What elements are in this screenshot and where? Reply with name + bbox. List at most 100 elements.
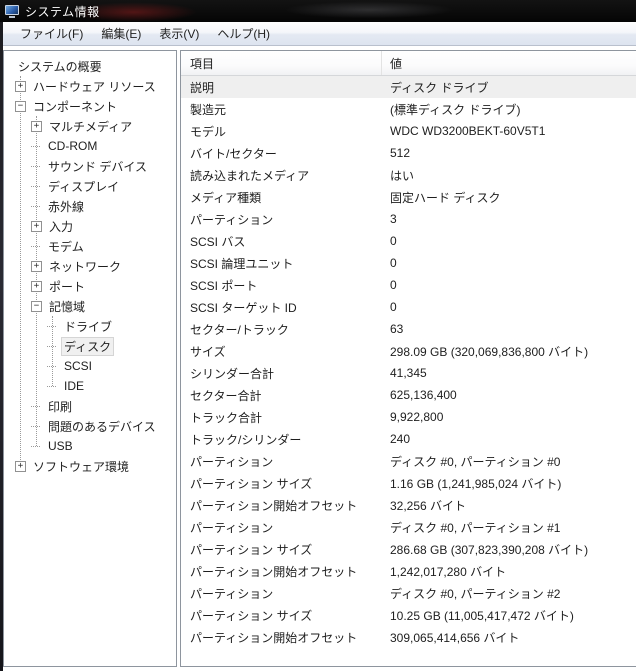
row-item-cell: シリンダー合計 <box>190 366 275 381</box>
table-row[interactable]: パーティション ディスク #0, パーティション #0 <box>181 450 636 472</box>
tree-item[interactable]: 問題のあるデバイス <box>4 416 176 436</box>
tree-item[interactable]: 印刷 <box>4 396 176 416</box>
row-item-cell: パーティション開始オフセット <box>190 630 358 645</box>
tree-expander-icon[interactable] <box>47 385 56 387</box>
tree-expander-icon[interactable] <box>31 260 42 272</box>
content-area: システムの概要 ハードウェア リソース コンポーネント マルチメディア CD-R… <box>3 46 636 667</box>
table-row[interactable]: 製造元 (標準ディスク ドライブ) <box>181 98 636 120</box>
tree-expander-icon[interactable] <box>47 325 56 327</box>
row-value-cell: 0 <box>390 256 397 270</box>
tree-item[interactable]: ネットワーク <box>4 256 176 276</box>
tree-expander-icon[interactable] <box>31 120 42 132</box>
table-row[interactable]: メディア種類 固定ハード ディスク <box>181 186 636 208</box>
table-row[interactable]: SCSI 論理ユニット 0 <box>181 252 636 274</box>
tree-item[interactable]: マルチメディア <box>4 116 176 136</box>
menu-item[interactable]: ファイル(F) <box>11 22 92 45</box>
row-value-cell: 1.16 GB (1,241,985,024 バイト) <box>390 476 562 491</box>
row-item-cell: パーティション サイズ <box>190 542 313 557</box>
table-row[interactable]: 説明 ディスク ドライブ <box>181 76 636 98</box>
tree-expander-icon[interactable] <box>15 460 26 472</box>
row-value-cell: 0 <box>390 300 397 314</box>
row-item-cell: パーティション サイズ <box>190 608 313 623</box>
table-row[interactable]: パーティション開始オフセット 32,256 バイト <box>181 494 636 516</box>
table-row[interactable]: パーティション 3 <box>181 208 636 230</box>
tree-item[interactable]: 入力 <box>4 216 176 236</box>
tree-item[interactable]: システムの概要 <box>4 56 176 76</box>
column-header-value[interactable]: 値 <box>382 55 636 72</box>
details-panel: 項目 値 説明 ディスク ドライブ 製造元 (標準ディスク ドライブ) モデル <box>180 50 636 667</box>
table-row[interactable]: SCSI ポート 0 <box>181 274 636 296</box>
tree-item[interactable]: ドライブ <box>4 316 176 336</box>
row-item-cell: 読み込まれたメディア <box>190 168 310 183</box>
tree-expander-icon[interactable] <box>15 100 26 112</box>
row-value-cell: 41,345 <box>390 366 427 380</box>
tree-item[interactable]: ソフトウェア環境 <box>4 456 176 476</box>
category-tree-panel: システムの概要 ハードウェア リソース コンポーネント マルチメディア CD-R… <box>3 50 177 667</box>
tree-expander-icon[interactable] <box>31 165 40 167</box>
table-row[interactable]: SCSI ターゲット ID 0 <box>181 296 636 318</box>
tree-item[interactable]: 赤外線 <box>4 196 176 216</box>
tree-item-label: 赤外線 <box>48 199 85 214</box>
tree-item[interactable]: ディスク <box>4 336 176 356</box>
category-tree: システムの概要 ハードウェア リソース コンポーネント マルチメディア CD-R… <box>4 51 176 476</box>
table-row[interactable]: 読み込まれたメディア はい <box>181 164 636 186</box>
table-row[interactable]: パーティション ディスク #0, パーティション #1 <box>181 516 636 538</box>
tree-item-label: USB <box>48 439 73 453</box>
row-item-cell: サイズ <box>190 344 226 359</box>
title-bar[interactable]: システム情報 <box>0 0 636 22</box>
table-row[interactable]: トラック/シリンダー 240 <box>181 428 636 450</box>
tree-expander-icon[interactable] <box>31 445 40 447</box>
computer-monitor-icon[interactable] <box>5 5 19 18</box>
row-item-cell: モデル <box>190 124 227 139</box>
tree-item[interactable]: SCSI <box>4 356 176 376</box>
menu-item-label: 編集(E) <box>101 27 142 41</box>
table-row[interactable]: パーティション開始オフセット 309,065,414,656 バイト <box>181 626 636 648</box>
table-row[interactable]: パーティション サイズ 1.16 GB (1,241,985,024 バイト) <box>181 472 636 494</box>
table-row[interactable]: セクター合計 625,136,400 <box>181 384 636 406</box>
tree-expander-icon[interactable] <box>31 405 40 407</box>
row-value-cell: はい <box>390 168 415 183</box>
tree-expander-icon[interactable] <box>31 245 40 247</box>
tree-expander-icon[interactable] <box>31 220 42 232</box>
tree-expander-icon[interactable] <box>47 365 56 367</box>
row-item-cell: セクター/トラック <box>190 322 289 337</box>
tree-item[interactable]: ハードウェア リソース <box>4 76 176 96</box>
menu-item[interactable]: ヘルプ(H) <box>208 22 279 45</box>
table-row[interactable]: パーティション開始オフセット 1,242,017,280 バイト <box>181 560 636 582</box>
table-row[interactable]: パーティション ディスク #0, パーティション #2 <box>181 582 636 604</box>
tree-expander-icon[interactable] <box>31 205 40 207</box>
tree-item[interactable]: サウンド デバイス <box>4 156 176 176</box>
row-item-cell: トラック合計 <box>190 410 263 425</box>
tree-item[interactable]: 記憶域 <box>4 296 176 316</box>
tree-expander-icon[interactable] <box>47 345 56 347</box>
table-row[interactable]: パーティション サイズ 286.68 GB (307,823,390,208 バ… <box>181 538 636 560</box>
tree-expander-icon[interactable] <box>31 145 40 147</box>
table-row[interactable]: シリンダー合計 41,345 <box>181 362 636 384</box>
table-row[interactable]: モデル WDC WD3200BEKT-60V5T1 <box>181 120 636 142</box>
table-row[interactable]: トラック合計 9,922,800 <box>181 406 636 428</box>
table-row[interactable]: セクター/トラック 63 <box>181 318 636 340</box>
tree-expander-icon[interactable] <box>15 80 26 92</box>
tree-expander-icon[interactable] <box>31 300 42 312</box>
row-value-cell: 512 <box>390 146 411 160</box>
tree-item[interactable]: コンポーネント <box>4 96 176 116</box>
tree-item[interactable]: CD-ROM <box>4 136 176 156</box>
tree-item[interactable]: USB <box>4 436 176 456</box>
table-row[interactable]: バイト/セクター 512 <box>181 142 636 164</box>
tree-expander-icon[interactable] <box>31 185 40 187</box>
row-item-cell: パーティション開始オフセット <box>190 564 358 579</box>
menu-item[interactable]: 表示(V) <box>150 22 208 45</box>
tree-item[interactable]: IDE <box>4 376 176 396</box>
tree-expander-icon[interactable] <box>31 280 42 292</box>
row-item-cell: パーティション <box>190 520 274 535</box>
tree-item[interactable]: ポート <box>4 276 176 296</box>
tree-item[interactable]: ディスプレイ <box>4 176 176 196</box>
table-row[interactable]: SCSI バス 0 <box>181 230 636 252</box>
menu-item[interactable]: 編集(E) <box>92 22 150 45</box>
menu-item-label: ファイル(F) <box>20 27 84 41</box>
table-row[interactable]: サイズ 298.09 GB (320,069,836,800 バイト) <box>181 340 636 362</box>
column-header-item[interactable]: 項目 <box>181 51 382 75</box>
tree-expander-icon[interactable] <box>31 425 40 427</box>
tree-item[interactable]: モデム <box>4 236 176 256</box>
table-row[interactable]: パーティション サイズ 10.25 GB (11,005,417,472 バイト… <box>181 604 636 626</box>
